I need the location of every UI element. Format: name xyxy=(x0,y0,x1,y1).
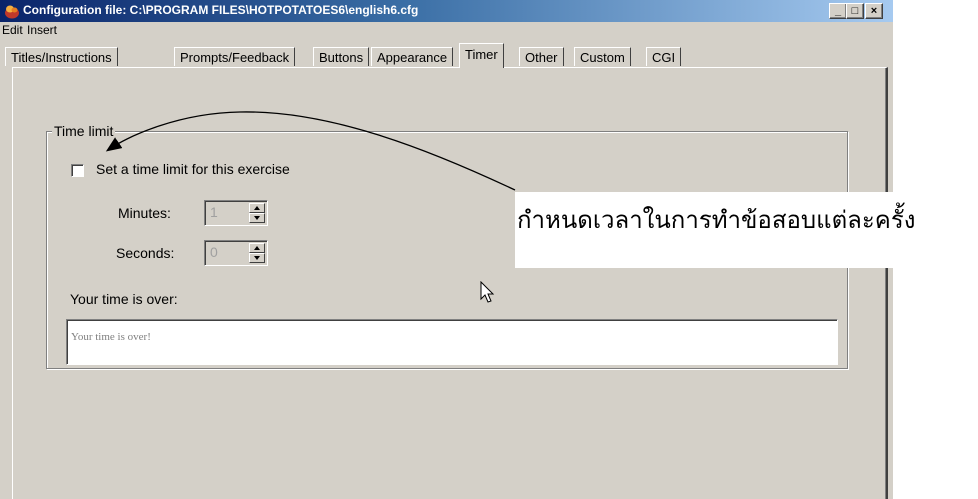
annotation-callout: กำหนดเวลาในการทำข้อสอบแต่ละครั้ง xyxy=(515,192,978,268)
tab-strip: Titles/Instructions Prompts/Feedback But… xyxy=(0,42,893,68)
seconds-value: 0 xyxy=(210,244,218,260)
hotpotatoes-app-icon xyxy=(5,5,19,19)
minutes-value: 1 xyxy=(210,204,218,220)
tab-timer[interactable]: Timer xyxy=(459,43,504,68)
seconds-spinner[interactable]: 0 xyxy=(204,240,268,266)
seconds-down-arrow-icon[interactable] xyxy=(249,253,265,263)
seconds-spin-buttons xyxy=(249,243,265,263)
title-bar[interactable]: Configuration file: C:\PROGRAM FILES\HOT… xyxy=(0,0,893,22)
menu-bar: Edit Insert xyxy=(0,22,893,39)
annotation-text: กำหนดเวลาในการทำข้อสอบแต่ละครั้ง xyxy=(517,208,916,234)
tab-prompts-feedback[interactable]: Prompts/Feedback xyxy=(174,47,296,66)
close-button[interactable]: × xyxy=(865,3,883,19)
tab-appearance[interactable]: Appearance xyxy=(371,47,454,66)
mouse-pointer-icon xyxy=(480,281,495,303)
seconds-label: Seconds: xyxy=(116,245,175,261)
menu-insert-label: Insert xyxy=(27,23,58,37)
time-limit-checkbox[interactable] xyxy=(71,164,84,177)
time-over-message-input[interactable]: Your time is over! xyxy=(66,319,838,365)
tab-cgi[interactable]: CGI xyxy=(646,47,682,66)
maximize-button[interactable]: □ xyxy=(846,3,864,19)
window-title: Configuration file: C:\PROGRAM FILES\HOT… xyxy=(23,3,419,17)
time-over-label: Your time is over: xyxy=(70,291,178,307)
tab-titles-instructions[interactable]: Titles/Instructions xyxy=(5,47,118,66)
tab-buttons[interactable]: Buttons xyxy=(313,47,370,66)
time-over-message-text: Your time is over! xyxy=(71,331,151,343)
menu-edit[interactable]: Edit xyxy=(2,23,23,37)
tab-custom[interactable]: Custom xyxy=(574,47,631,66)
time-limit-checkbox-label[interactable]: Set a time limit for this exercise xyxy=(96,161,290,177)
minutes-label: Minutes: xyxy=(118,205,171,221)
time-limit-group-label: Time limit xyxy=(52,123,116,139)
tab-other[interactable]: Other xyxy=(519,47,564,66)
seconds-up-arrow-icon[interactable] xyxy=(249,243,265,253)
minutes-down-arrow-icon[interactable] xyxy=(249,213,265,223)
minimize-button[interactable]: _ xyxy=(829,3,847,19)
minutes-spin-buttons xyxy=(249,203,265,223)
menu-edit-label: Edit xyxy=(2,23,23,37)
minutes-spinner[interactable]: 1 xyxy=(204,200,268,226)
minutes-up-arrow-icon[interactable] xyxy=(249,203,265,213)
menu-insert[interactable]: Insert xyxy=(27,23,57,37)
